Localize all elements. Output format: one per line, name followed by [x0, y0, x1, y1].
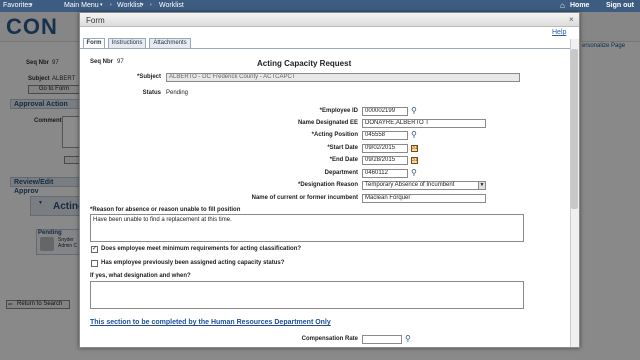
hr-section-link[interactable]: This section to be completed by the Huma…: [90, 319, 331, 326]
sign-out-link[interactable]: Sign out: [606, 2, 634, 9]
form-modal: Form × Help Form Instructions Attachment…: [79, 12, 580, 348]
incumbent-field[interactable]: Maclean Forquer: [362, 194, 486, 203]
seq-value: 97: [117, 59, 124, 65]
min-requirements-checkbox[interactable]: ✓: [91, 246, 98, 253]
subject-field: ALBERTO - DC Frederick County - ACTCAPCT: [166, 73, 520, 82]
start-date-field[interactable]: 09/02/2015: [362, 144, 408, 153]
breadcrumb-separator-icon: ›: [110, 2, 112, 8]
if-yes-label: If yes, what designation and when?: [90, 273, 191, 279]
if-yes-textarea[interactable]: [90, 281, 524, 309]
name-designated-field[interactable]: DONAYRE,ALBERTO T: [362, 119, 486, 128]
page-title: Acting Capacity Request: [257, 59, 352, 68]
previously-assigned-label: Has employee previously been assigned ac…: [101, 260, 285, 266]
acting-position-label: *Acting Position: [311, 132, 358, 138]
home-icon[interactable]: ⌂: [560, 1, 565, 10]
department-label: Department: [324, 170, 358, 176]
previously-assigned-checkbox[interactable]: [91, 260, 98, 267]
modal-header[interactable]: [80, 13, 579, 27]
help-link[interactable]: Help: [552, 29, 566, 36]
reason-label: *Reason for absence or reason unable to …: [90, 207, 241, 213]
incumbent-label: Name of current or former incumbent: [251, 195, 358, 201]
favorites-dropdown-icon[interactable]: ▾: [30, 2, 33, 8]
tab-attachments[interactable]: Attachments: [149, 38, 191, 48]
seq-label: Seq Nbr: [90, 59, 114, 65]
compensation-rate-field[interactable]: [362, 335, 402, 344]
status-value: Pending: [166, 90, 189, 96]
designation-reason-value: Temporary Absence of Incumbent: [365, 182, 455, 188]
modal-title: Form: [86, 16, 105, 25]
compensation-rate-label: Compensation Rate: [301, 336, 358, 342]
tab-instructions[interactable]: Instructions: [108, 38, 146, 48]
status-label: Status: [142, 90, 161, 96]
end-date-field[interactable]: 09/28/2015: [362, 156, 408, 165]
calendar-icon[interactable]: 31: [411, 157, 418, 164]
department-field[interactable]: 0460112: [362, 169, 408, 178]
breadcrumb-worklist[interactable]: Worklist: [117, 2, 142, 9]
calendar-icon[interactable]: 31: [411, 145, 418, 152]
tab-form[interactable]: Form: [83, 38, 105, 48]
reason-textarea[interactable]: Have been unable to find a replacement a…: [90, 214, 524, 242]
designation-reason-select[interactable]: Temporary Absence of Incumbent ▼: [362, 181, 486, 190]
designation-reason-label: *Designation Reason: [297, 182, 358, 188]
search-icon[interactable]: ⚲: [411, 107, 417, 115]
main-menu-dropdown-icon[interactable]: ▾: [100, 2, 103, 8]
min-requirements-label: Does employee meet minimum requirements …: [101, 246, 302, 252]
favorites-menu[interactable]: Favorites: [3, 2, 32, 9]
employee-id-field[interactable]: 000002199: [362, 107, 408, 116]
end-date-label: *End Date: [329, 157, 358, 163]
top-nav-bar: Favorites ▾ Main Menu ▾ › Worklist ▾ › W…: [0, 0, 640, 12]
acting-position-field[interactable]: 045558: [362, 131, 408, 140]
check-icon: ✓: [92, 246, 98, 252]
chevron-down-icon[interactable]: ▼: [478, 182, 485, 189]
scrollbar-thumb[interactable]: [571, 49, 578, 209]
search-icon[interactable]: ⚲: [405, 335, 411, 343]
close-icon[interactable]: ×: [569, 15, 574, 24]
tab-divider: [80, 48, 570, 49]
breadcrumb-worklist-current[interactable]: Worklist: [159, 2, 184, 9]
start-date-label: *Start Date: [327, 145, 358, 151]
home-link[interactable]: Home: [570, 2, 589, 9]
name-designated-label: Name Designated EE: [297, 120, 358, 126]
search-icon[interactable]: ⚲: [411, 169, 417, 177]
breadcrumb-separator-icon: ›: [150, 2, 152, 8]
breadcrumb-dropdown-icon[interactable]: ▾: [141, 2, 144, 8]
employee-id-label: *Employee ID: [319, 108, 358, 114]
main-menu[interactable]: Main Menu: [64, 2, 99, 9]
search-icon[interactable]: ⚲: [411, 131, 417, 139]
subject-label: *Subject: [136, 74, 161, 80]
